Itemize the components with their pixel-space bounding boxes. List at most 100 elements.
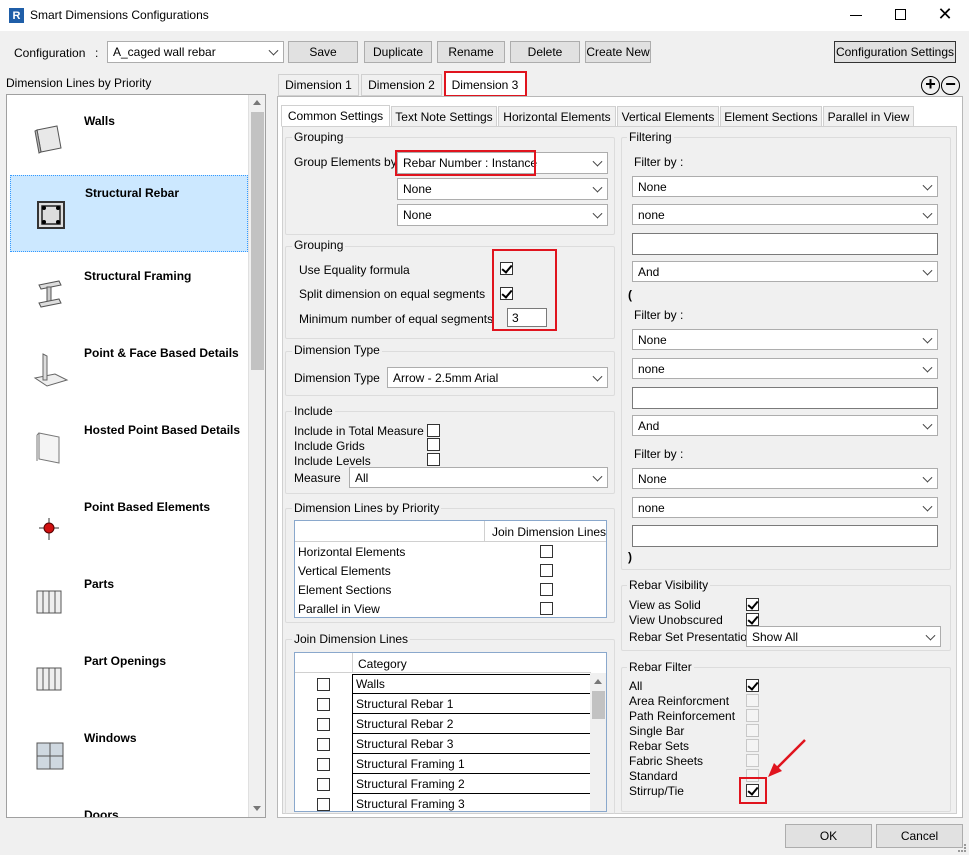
ok-button[interactable]: OK [785,824,872,848]
category-list[interactable]: Walls Structural Rebar Structural Framin… [6,94,266,818]
category-point-based-elements[interactable]: Point Based Elements [7,486,247,563]
rebar-filter-path-checkbox[interactable] [746,709,759,722]
join-row-checkbox[interactable] [317,778,330,791]
filter-1-rule-select[interactable]: none [632,204,938,225]
delete-button[interactable]: Delete [510,41,580,63]
rename-button[interactable]: Rename [437,41,505,63]
include-grids-checkbox[interactable] [427,438,440,451]
rebar-filter-area-checkbox[interactable] [746,694,759,707]
join-row-checkbox[interactable] [317,738,330,751]
save-button[interactable]: Save [288,41,358,63]
chevron-down-icon [925,630,936,641]
rebar-filter-fabric-checkbox[interactable] [746,754,759,767]
tab-dimension-1[interactable]: Dimension 1 [278,74,359,96]
rebar-set-presentation-select[interactable]: Show All [746,626,941,647]
priority-row-checkbox[interactable] [540,602,553,615]
join-row[interactable]: Walls [295,674,591,694]
dimension-type-select[interactable]: Arrow - 2.5mm Arial [387,367,608,388]
scroll-thumb[interactable] [251,112,264,370]
remove-dimension-icon[interactable]: − [941,75,960,95]
priority-row-checkbox[interactable] [540,564,553,577]
category-point-face-details[interactable]: Point & Face Based Details [7,332,247,409]
join-grid[interactable]: Category Walls Structural Rebar 1 Struct… [294,652,607,812]
view-solid-checkbox[interactable] [746,598,759,611]
minimize-icon[interactable] [850,15,862,16]
group-by-select[interactable]: Rebar Number : Instance [397,152,608,174]
category-part-openings[interactable]: Part Openings [7,640,247,717]
join-row[interactable]: Structural Framing 2 [295,774,591,794]
tab-text-note-settings[interactable]: Text Note Settings [391,106,497,127]
category-parts[interactable]: Parts [7,563,247,640]
min-segments-input[interactable]: 3 [507,308,547,327]
maximize-icon[interactable] [895,9,906,20]
join-row-label: Structural Rebar 3 [356,737,454,751]
priority-row-checkbox[interactable] [540,545,553,558]
category-structural-rebar[interactable]: Structural Rebar [10,175,248,252]
scroll-up-icon[interactable] [594,679,602,684]
rebar-filter-standard-checkbox[interactable] [746,769,759,782]
join-row-checkbox[interactable] [317,718,330,731]
tab-common-settings[interactable]: Common Settings [281,105,390,127]
join-row-checkbox[interactable] [317,758,330,771]
rebar-filter-all-checkbox[interactable] [746,679,759,692]
group-by-third-select[interactable]: None [397,204,608,226]
config-colon: : [95,46,99,60]
category-list-scrollbar[interactable] [248,95,265,817]
join-row[interactable]: Structural Rebar 1 [295,694,591,714]
category-walls[interactable]: Walls [7,100,247,177]
add-dimension-icon[interactable]: + [921,75,940,95]
filter-3-rule-select[interactable]: none [632,497,938,518]
filter-3-param-select[interactable]: None [632,468,938,489]
category-doors[interactable]: Doors [7,794,247,817]
filter-1-value-input[interactable] [632,233,938,255]
include-levels-checkbox[interactable] [427,453,440,466]
use-equality-checkbox[interactable] [500,262,513,275]
join-row-checkbox[interactable] [317,698,330,711]
tab-vertical-elements[interactable]: Vertical Elements [617,106,719,127]
join-row[interactable]: Structural Rebar 3 [295,734,591,754]
filter-1-param-select[interactable]: None [632,176,938,197]
split-dimension-checkbox[interactable] [500,287,513,300]
join-row[interactable]: Structural Framing 3 [295,794,591,811]
scroll-up-icon[interactable] [253,100,261,105]
tab-element-sections[interactable]: Element Sections [720,106,822,127]
filter-1-operator-select[interactable]: And [632,261,938,282]
priority-row-checkbox[interactable] [540,583,553,596]
rebar-icon [37,201,65,229]
category-structural-framing[interactable]: Structural Framing [7,255,247,332]
create-new-button[interactable]: Create New [585,41,651,63]
tab-dimension-3[interactable]: Dimension 3 [444,72,526,97]
category-hosted-point-details[interactable]: Hosted Point Based Details [7,409,247,486]
group-by-second-select[interactable]: None [397,178,608,200]
tab-dimension-2[interactable]: Dimension 2 [361,74,442,96]
category-windows[interactable]: Windows [7,717,247,794]
join-row-checkbox[interactable] [317,678,330,691]
join-row[interactable]: Structural Rebar 2 [295,714,591,734]
duplicate-button[interactable]: Duplicate [364,41,432,63]
close-icon[interactable]: ✕ [935,4,955,24]
filter-1-param-value: None [638,179,667,194]
join-row[interactable]: Structural Framing 1 [295,754,591,774]
join-grid-scrollbar[interactable] [590,673,606,811]
rebar-filter-rebar-sets-checkbox[interactable] [746,739,759,752]
tab-horizontal-elements[interactable]: Horizontal Elements [498,106,616,127]
resize-grip-icon[interactable] [958,844,966,852]
cancel-button[interactable]: Cancel [876,824,963,848]
tab-parallel-in-view[interactable]: Parallel in View [823,106,914,127]
configuration-select[interactable]: A_caged wall rebar [107,41,284,63]
measure-select[interactable]: All [349,467,608,488]
filter-3-value-input[interactable] [632,525,938,547]
rebar-filter-single-bar-checkbox[interactable] [746,724,759,737]
scroll-thumb[interactable] [592,691,605,719]
join-row-checkbox[interactable] [317,798,330,811]
filter-2-param-select[interactable]: None [632,329,938,350]
include-total-checkbox[interactable] [427,424,440,437]
category-label: Point & Face Based Details [84,346,239,360]
view-unobscured-checkbox[interactable] [746,613,759,626]
filter-2-operator-select[interactable]: And [632,415,938,436]
configuration-settings-button[interactable]: Configuration Settings [834,41,956,63]
scroll-down-icon[interactable] [253,806,261,811]
filter-2-value-input[interactable] [632,387,938,409]
filter-2-rule-select[interactable]: none [632,358,938,379]
rebar-filter-stirrup-checkbox[interactable] [746,784,759,797]
